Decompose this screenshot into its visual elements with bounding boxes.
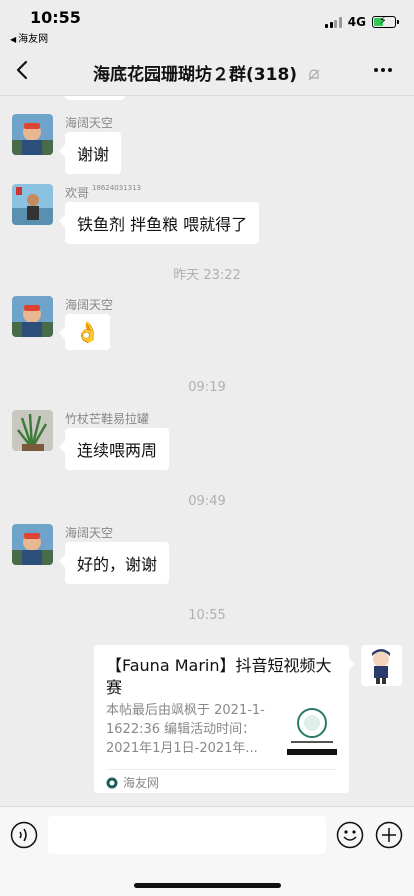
time-separator: 昨天 23:22 xyxy=(173,268,241,283)
time-separator: 10:55 xyxy=(188,608,226,623)
avatar[interactable] xyxy=(12,184,53,225)
sender-name: 海阔天空 xyxy=(65,526,114,540)
status-indicators: 4G ⚡ xyxy=(325,14,399,29)
back-to-app-link[interactable]: ◀ 海友网 xyxy=(10,30,48,45)
card-source-label: 海友网 xyxy=(123,776,160,790)
message-item: 海阔天空 谢谢 xyxy=(12,114,402,174)
back-app-label: 海友网 xyxy=(18,34,49,45)
haiyou-logo-icon xyxy=(106,777,118,788)
link-card[interactable]: 【Fauna Marin】抖音短视频大赛 本帖最后由飒枫于 2021-1-162… xyxy=(94,645,355,793)
mute-bell-icon xyxy=(308,69,320,81)
emoji-icon[interactable] xyxy=(336,821,364,849)
back-triangle-icon: ◀ xyxy=(10,35,17,44)
chat-title-text: 海底花园珊瑚坊２群(318) xyxy=(93,65,298,85)
chat-title: 海底花园珊瑚坊２群(318) xyxy=(0,60,414,85)
voice-icon[interactable] xyxy=(10,821,38,849)
self-avatar[interactable] xyxy=(361,645,402,686)
message-item: 欢哥 18624031313 铁鱼剂 拌鱼粮 喂就得了 xyxy=(12,184,402,244)
plus-icon[interactable] xyxy=(375,821,403,849)
sender-name-text: 欢哥 xyxy=(65,186,90,200)
more-dots-icon[interactable] xyxy=(374,60,398,80)
message-item: 竹杖芒鞋易拉罐 连续喂两周 xyxy=(12,410,402,470)
input-bar xyxy=(0,806,414,896)
message-bubble[interactable]: 连续喂两周 xyxy=(58,428,170,470)
avatar[interactable] xyxy=(12,410,53,451)
card-source: 海友网 xyxy=(106,769,337,791)
ok-hand-emoji: 👌 xyxy=(75,320,100,344)
message-bubble[interactable]: 好的，谢谢 xyxy=(58,542,170,584)
message-list[interactable]: 海阔天空 谢谢 欢哥 18624031313 铁鱼剂 拌鱼粮 喂就得了 昨天 23… xyxy=(0,96,414,806)
card-thumbnail xyxy=(285,703,339,757)
message-bubble[interactable]: 铁鱼剂 拌鱼粮 喂就得了 xyxy=(58,202,260,244)
avatar[interactable] xyxy=(12,296,53,337)
signal-icon xyxy=(325,16,342,28)
network-type: 4G xyxy=(347,15,366,29)
sender-name: 海阔天空 xyxy=(65,298,114,312)
message-item: 海阔天空 好的，谢谢 xyxy=(12,524,402,584)
time-separator: 09:19 xyxy=(188,380,226,395)
message-input[interactable] xyxy=(48,816,326,854)
sender-name: 海阔天空 xyxy=(65,116,114,130)
status-bar: 10:55 ◀ 海友网 4G ⚡ xyxy=(0,0,414,46)
avatar[interactable] xyxy=(12,524,53,565)
sender-tag: 18624031313 xyxy=(92,184,142,192)
partial-message-bubble xyxy=(65,96,125,100)
time-separator: 09:49 xyxy=(188,494,226,509)
sender-name: 竹杖芒鞋易拉罐 xyxy=(65,412,150,426)
chat-header: 海底花园珊瑚坊２群(318) xyxy=(0,46,414,96)
card-description: 本帖最后由飒枫于 2021-1-1622:36 编辑活动时间：2021年1月1日… xyxy=(106,703,265,756)
sender-name: 欢哥 18624031313 xyxy=(65,184,141,201)
avatar[interactable] xyxy=(12,114,53,155)
home-indicator[interactable] xyxy=(134,883,281,888)
message-item: 海阔天空 👌 xyxy=(12,296,402,356)
card-title: 【Fauna Marin】抖音短视频大赛 xyxy=(106,656,332,697)
message-bubble[interactable]: 👌 xyxy=(59,314,110,350)
battery-icon: ⚡ xyxy=(372,14,399,28)
message-bubble[interactable]: 谢谢 xyxy=(58,132,122,174)
status-time: 10:55 xyxy=(30,8,81,27)
